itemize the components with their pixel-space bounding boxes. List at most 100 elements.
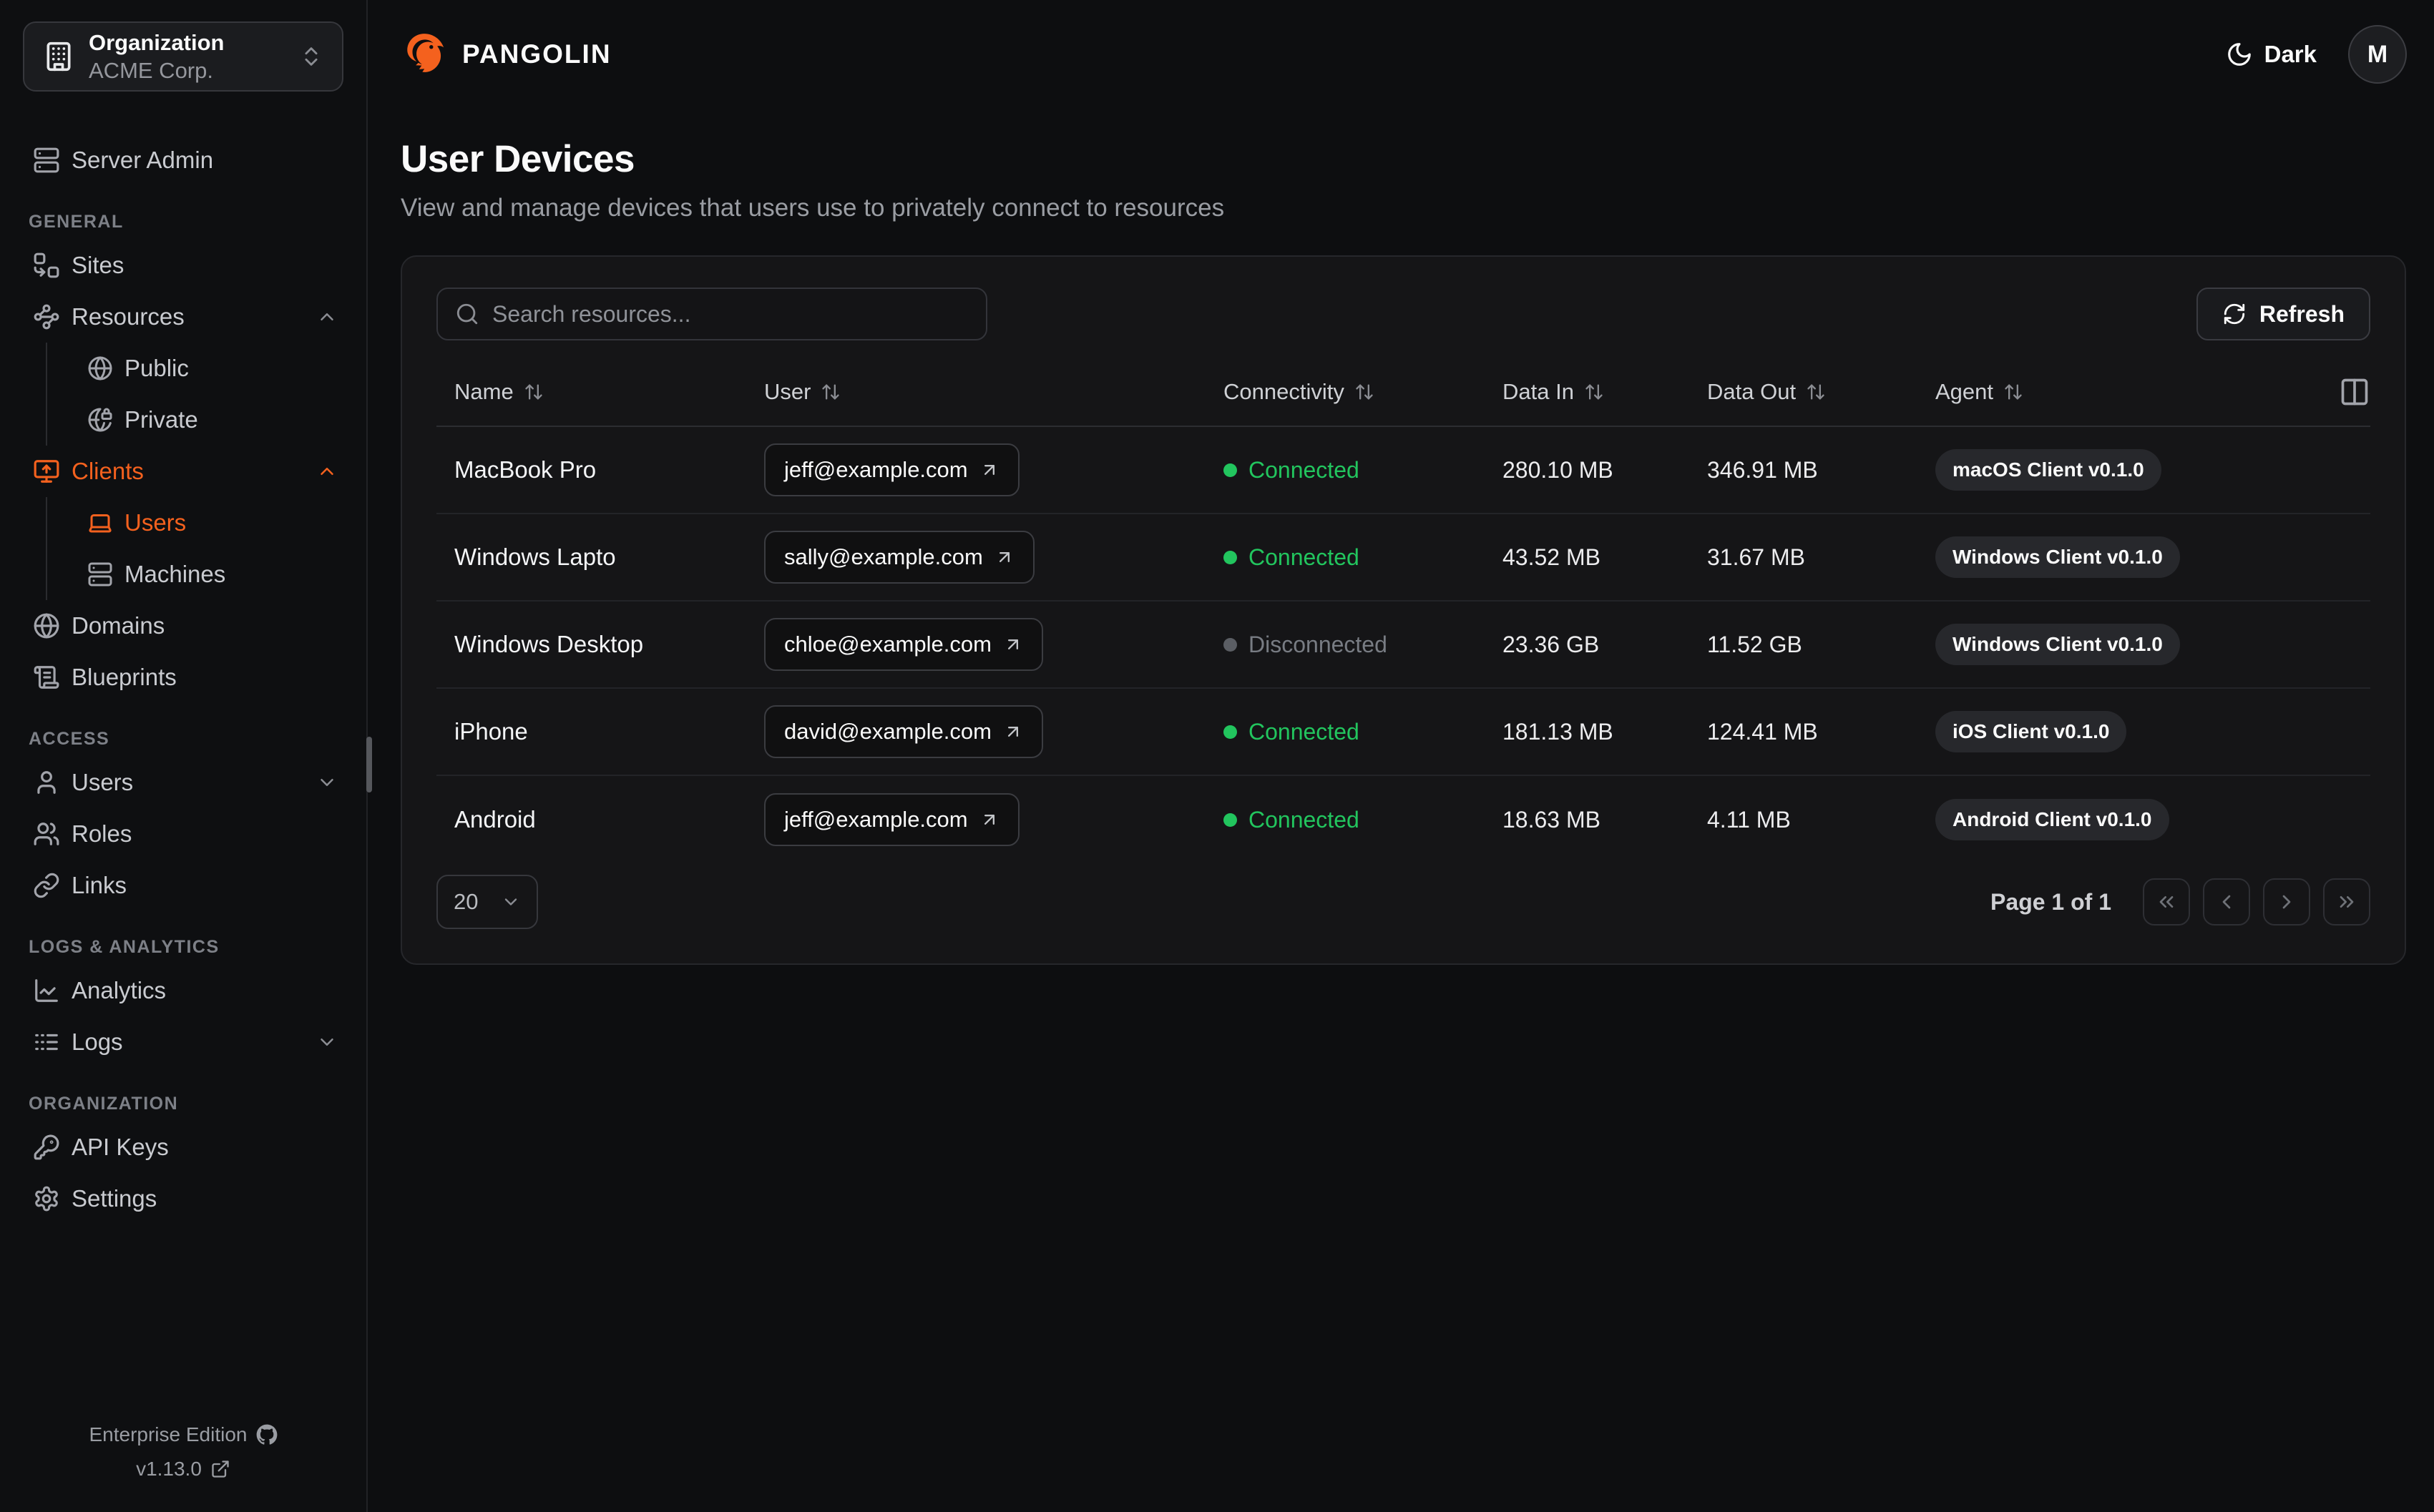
main-content: PANGOLIN Dark M User Devices View and ma… [368, 0, 2434, 1512]
user-email: sally@example.com [784, 544, 983, 569]
column-label: Data Out [1707, 379, 1797, 404]
table-row: Windows Desktop chloe@example.com Discon… [436, 602, 2370, 689]
arrow-up-right-icon [979, 810, 999, 830]
user-link-chip[interactable]: sally@example.com [764, 531, 1035, 584]
building-icon [43, 41, 74, 72]
globe-lock-icon [87, 407, 113, 433]
column-label: Agent [1935, 379, 1994, 404]
user-email: david@example.com [784, 719, 992, 744]
user-link-chip[interactable]: jeff@example.com [764, 793, 1020, 846]
sort-icon[interactable] [1806, 382, 1826, 402]
sidebar-item-domains[interactable]: Domains [0, 600, 366, 652]
arrow-up-right-icon [994, 547, 1015, 567]
connectivity-status: Disconnected [1223, 632, 1387, 658]
user-link-chip[interactable]: david@example.com [764, 705, 1043, 758]
chevron-up-icon[interactable] [316, 461, 338, 482]
sidebar-item-label: Clients [72, 458, 144, 484]
device-name: Windows Desktop [454, 631, 644, 657]
data-out: 346.91 MB [1707, 456, 1818, 483]
next-page-button[interactable] [2263, 878, 2310, 926]
sidebar-item-label: Analytics [72, 977, 167, 1003]
server-icon [33, 147, 60, 174]
sidebar-item-machines[interactable]: Machines [47, 549, 366, 600]
column-header-agent[interactable]: Agent [1930, 379, 2337, 405]
column-header-connectivity[interactable]: Connectivity [1216, 379, 1497, 405]
sidebar-item-label: Logs [72, 1029, 123, 1055]
table-header-row: Name User Connectivity Data In Data Out [436, 358, 2370, 427]
column-header-name[interactable]: Name [436, 379, 758, 405]
sidebar-item-analytics[interactable]: Analytics [0, 965, 366, 1016]
version-label: v1.13.0 [136, 1458, 202, 1480]
sidebar-item-label: Domains [72, 612, 165, 639]
avatar[interactable]: M [2348, 25, 2407, 84]
sidebar-item-clients[interactable]: Clients [0, 446, 366, 497]
sidebar-item-private[interactable]: Private [47, 394, 366, 446]
connectivity-status: Connected [1223, 807, 1359, 833]
table-row: Windows Lapto sally@example.com Connecte… [436, 514, 2370, 602]
pagination: 20 Page 1 of 1 [436, 875, 2370, 929]
scroll-text-icon [33, 664, 60, 691]
theme-toggle-label: Dark [2264, 41, 2317, 67]
sidebar-item-api-keys[interactable]: API Keys [0, 1121, 366, 1173]
sidebar-item-logs[interactable]: Logs [0, 1016, 366, 1068]
github-icon [256, 1424, 278, 1445]
column-header-data-out[interactable]: Data Out [1701, 379, 1930, 405]
sort-icon[interactable] [821, 382, 841, 402]
user-icon [33, 769, 60, 796]
sites-icon [33, 252, 60, 279]
sidebar-item-users[interactable]: Users [0, 757, 366, 808]
brand[interactable]: PANGOLIN [401, 31, 612, 78]
search-input[interactable] [492, 300, 969, 328]
chevrons-up-down-icon [299, 44, 323, 69]
version-link[interactable]: v1.13.0 [0, 1452, 366, 1486]
column-header-data-in[interactable]: Data In [1497, 379, 1701, 405]
arrow-up-right-icon [979, 460, 999, 480]
laptop-icon [87, 510, 113, 536]
data-in: 18.63 MB [1502, 806, 1600, 833]
org-switcher[interactable]: Organization ACME Corp. [23, 21, 343, 92]
theme-toggle[interactable]: Dark [2226, 41, 2317, 68]
agent-badge: Windows Client v0.1.0 [1935, 624, 2180, 665]
column-header-user[interactable]: User [758, 379, 1216, 405]
sort-icon[interactable] [524, 382, 544, 402]
previous-page-button[interactable] [2203, 878, 2250, 926]
chevron-down-icon[interactable] [316, 772, 338, 793]
last-page-button[interactable] [2323, 878, 2370, 926]
sidebar-item-server-admin[interactable]: Server Admin [0, 134, 366, 186]
first-page-button[interactable] [2143, 878, 2190, 926]
edition-link[interactable]: Enterprise Edition [0, 1418, 366, 1452]
sort-icon[interactable] [2003, 382, 2023, 402]
sidebar-item-users-devices[interactable]: Users [47, 497, 366, 549]
chevron-up-icon[interactable] [316, 306, 338, 328]
page-size-select[interactable]: 20 [436, 875, 538, 929]
status-dot [1223, 637, 1237, 652]
sidebar-item-resources[interactable]: Resources [0, 291, 366, 343]
sidebar-item-roles[interactable]: Roles [0, 808, 366, 860]
sidebar-item-label: Users [124, 509, 187, 536]
sidebar-item-label: Machines [124, 561, 226, 587]
sidebar-item-public[interactable]: Public [47, 343, 366, 394]
device-name: MacBook Pro [454, 456, 597, 483]
sidebar-item-links[interactable]: Links [0, 860, 366, 911]
sidebar-item-sites[interactable]: Sites [0, 240, 366, 291]
user-link-chip[interactable]: jeff@example.com [764, 443, 1020, 496]
refresh-button[interactable]: Refresh [2196, 288, 2370, 340]
sort-icon[interactable] [1584, 382, 1604, 402]
user-link-chip[interactable]: chloe@example.com [764, 618, 1043, 671]
sidebar-item-label: Users [72, 769, 134, 795]
sidebar-item-label: Blueprints [72, 664, 177, 690]
sidebar-item-settings[interactable]: Settings [0, 1173, 366, 1224]
sort-icon[interactable] [1354, 382, 1374, 402]
agent-badge: Android Client v0.1.0 [1935, 799, 2169, 840]
toolbar: Refresh [436, 288, 2370, 340]
page-subtitle: View and manage devices that users use t… [401, 194, 1225, 222]
columns-toggle-icon[interactable] [2339, 376, 2370, 408]
arrow-up-right-icon [1003, 722, 1023, 742]
chevron-down-icon[interactable] [316, 1031, 338, 1053]
moon-icon [2226, 41, 2253, 68]
data-out: 31.67 MB [1707, 544, 1805, 570]
sidebar-scrollbar-thumb[interactable] [366, 737, 372, 792]
sidebar-item-blueprints[interactable]: Blueprints [0, 652, 366, 703]
column-label: Connectivity [1223, 379, 1344, 404]
link-icon [33, 872, 60, 899]
